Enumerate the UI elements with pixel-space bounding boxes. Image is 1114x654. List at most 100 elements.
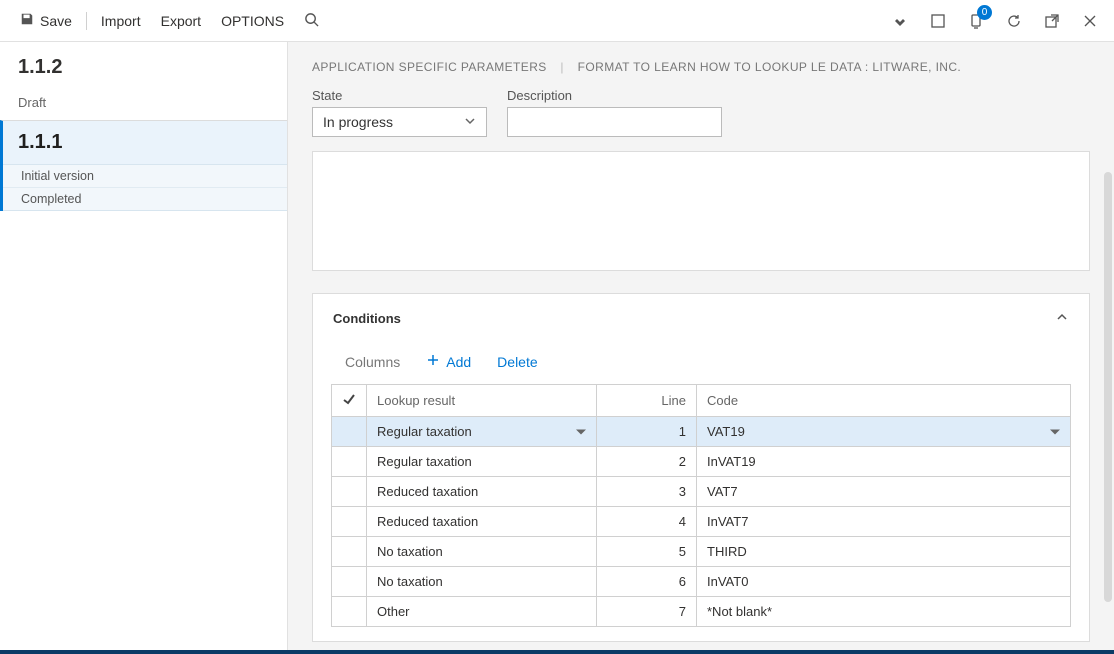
body: 1.1.2 Draft 1.1.1 Initial version Comple… (0, 42, 1114, 650)
code-cell[interactable]: InVAT19 (697, 447, 1071, 477)
state-field-wrapper: State In progress (312, 88, 487, 137)
line-cell: 1 (597, 417, 697, 447)
version-item-selected[interactable]: 1.1.1 Initial version Completed (0, 120, 287, 211)
close-button[interactable] (1076, 7, 1104, 35)
line-cell: 6 (597, 567, 697, 597)
description-label: Description (507, 88, 722, 103)
line-cell: 3 (597, 477, 697, 507)
breadcrumb-b: FORMAT TO LEARN HOW TO LOOKUP LE DATA : … (578, 60, 962, 74)
main-pane: APPLICATION SPECIFIC PARAMETERS | FORMAT… (288, 42, 1114, 650)
refresh-button[interactable] (1000, 7, 1028, 35)
save-icon (20, 12, 34, 29)
state-select[interactable]: In progress (312, 107, 487, 137)
code-cell[interactable]: VAT7 (697, 477, 1071, 507)
search-button[interactable] (304, 12, 319, 30)
line-cell: 5 (597, 537, 697, 567)
lookup-cell[interactable]: Reduced taxation (367, 507, 597, 537)
bottom-bar (0, 650, 1114, 654)
table-row[interactable]: Regular taxation1VAT19 (332, 417, 1071, 447)
add-button[interactable]: Add (426, 353, 471, 370)
conditions-header[interactable]: Conditions (313, 294, 1089, 343)
scrollbar[interactable] (1104, 172, 1112, 602)
plus-icon (426, 353, 440, 370)
preview-box (312, 151, 1090, 271)
version-meta-line: Initial version (3, 164, 287, 187)
chevron-up-icon (1055, 310, 1069, 327)
columns-button[interactable]: Columns (345, 354, 400, 370)
table-row[interactable]: No taxation6InVAT0 (332, 567, 1071, 597)
grid-header-row: Lookup result Line Code (332, 385, 1071, 417)
office-icon[interactable] (924, 7, 952, 35)
toolbar-separator (86, 12, 87, 30)
state-label: State (312, 88, 487, 103)
export-label: Export (161, 13, 201, 29)
breadcrumb: APPLICATION SPECIFIC PARAMETERS | FORMAT… (312, 42, 1090, 86)
version-item[interactable]: 1.1.2 Draft (0, 42, 287, 120)
export-button[interactable]: Export (151, 7, 211, 35)
row-check-cell[interactable] (332, 417, 367, 447)
import-button[interactable]: Import (91, 7, 151, 35)
grid-header-check[interactable] (332, 385, 367, 417)
lookup-cell[interactable]: Reduced taxation (367, 477, 597, 507)
conditions-grid: Lookup result Line Code Regular taxation… (331, 384, 1071, 627)
version-title: 1.1.1 (18, 131, 269, 154)
version-meta: Initial version Completed (3, 164, 287, 211)
lookup-cell[interactable]: Regular taxation (367, 417, 597, 447)
link-icon[interactable] (886, 7, 914, 35)
delete-button[interactable]: Delete (497, 354, 537, 370)
table-row[interactable]: Regular taxation2InVAT19 (332, 447, 1071, 477)
chevron-down-icon (464, 114, 476, 130)
conditions-card: Conditions Columns Add Delete (312, 293, 1090, 642)
version-status: Draft (18, 95, 269, 110)
top-toolbar: Save Import Export OPTIONS 0 (0, 0, 1114, 42)
options-button[interactable]: OPTIONS (211, 7, 294, 35)
toolbar-left: Save Import Export OPTIONS (10, 6, 319, 35)
notifications-button[interactable]: 0 (962, 7, 990, 35)
grid-header-line[interactable]: Line (597, 385, 697, 417)
save-button[interactable]: Save (10, 6, 82, 35)
lookup-cell[interactable]: Other (367, 597, 597, 627)
options-label: OPTIONS (221, 13, 284, 29)
conditions-title: Conditions (333, 311, 401, 326)
lookup-cell[interactable]: Regular taxation (367, 447, 597, 477)
description-field-wrapper: Description (507, 88, 722, 137)
row-check-cell[interactable] (332, 597, 367, 627)
code-cell[interactable]: *Not blank* (697, 597, 1071, 627)
form-row: State In progress Description (312, 88, 1090, 137)
breadcrumb-sep: | (560, 60, 564, 74)
grid-header-code[interactable]: Code (697, 385, 1071, 417)
toolbar-right: 0 (886, 7, 1104, 35)
import-label: Import (101, 13, 141, 29)
version-meta-line: Completed (3, 187, 287, 211)
row-check-cell[interactable] (332, 477, 367, 507)
table-row[interactable]: Reduced taxation3VAT7 (332, 477, 1071, 507)
table-row[interactable]: Other7*Not blank* (332, 597, 1071, 627)
popout-button[interactable] (1038, 7, 1066, 35)
conditions-toolbar: Columns Add Delete (313, 343, 1089, 384)
search-icon (304, 12, 319, 30)
version-title: 1.1.2 (18, 56, 269, 79)
lookup-cell[interactable]: No taxation (367, 537, 597, 567)
table-row[interactable]: No taxation5THIRD (332, 537, 1071, 567)
row-check-cell[interactable] (332, 507, 367, 537)
code-cell[interactable]: InVAT0 (697, 567, 1071, 597)
notification-badge: 0 (977, 5, 992, 20)
state-value: In progress (323, 114, 393, 130)
description-input[interactable] (507, 107, 722, 137)
row-check-cell[interactable] (332, 537, 367, 567)
add-label: Add (446, 354, 471, 370)
row-check-cell[interactable] (332, 567, 367, 597)
line-cell: 7 (597, 597, 697, 627)
versions-sidebar: 1.1.2 Draft 1.1.1 Initial version Comple… (0, 42, 288, 650)
code-cell[interactable]: InVAT7 (697, 507, 1071, 537)
table-row[interactable]: Reduced taxation4InVAT7 (332, 507, 1071, 537)
line-cell: 2 (597, 447, 697, 477)
lookup-cell[interactable]: No taxation (367, 567, 597, 597)
line-cell: 4 (597, 507, 697, 537)
grid-header-lookup[interactable]: Lookup result (367, 385, 597, 417)
code-cell[interactable]: VAT19 (697, 417, 1071, 447)
save-label: Save (40, 13, 72, 29)
breadcrumb-a: APPLICATION SPECIFIC PARAMETERS (312, 60, 547, 74)
code-cell[interactable]: THIRD (697, 537, 1071, 567)
row-check-cell[interactable] (332, 447, 367, 477)
